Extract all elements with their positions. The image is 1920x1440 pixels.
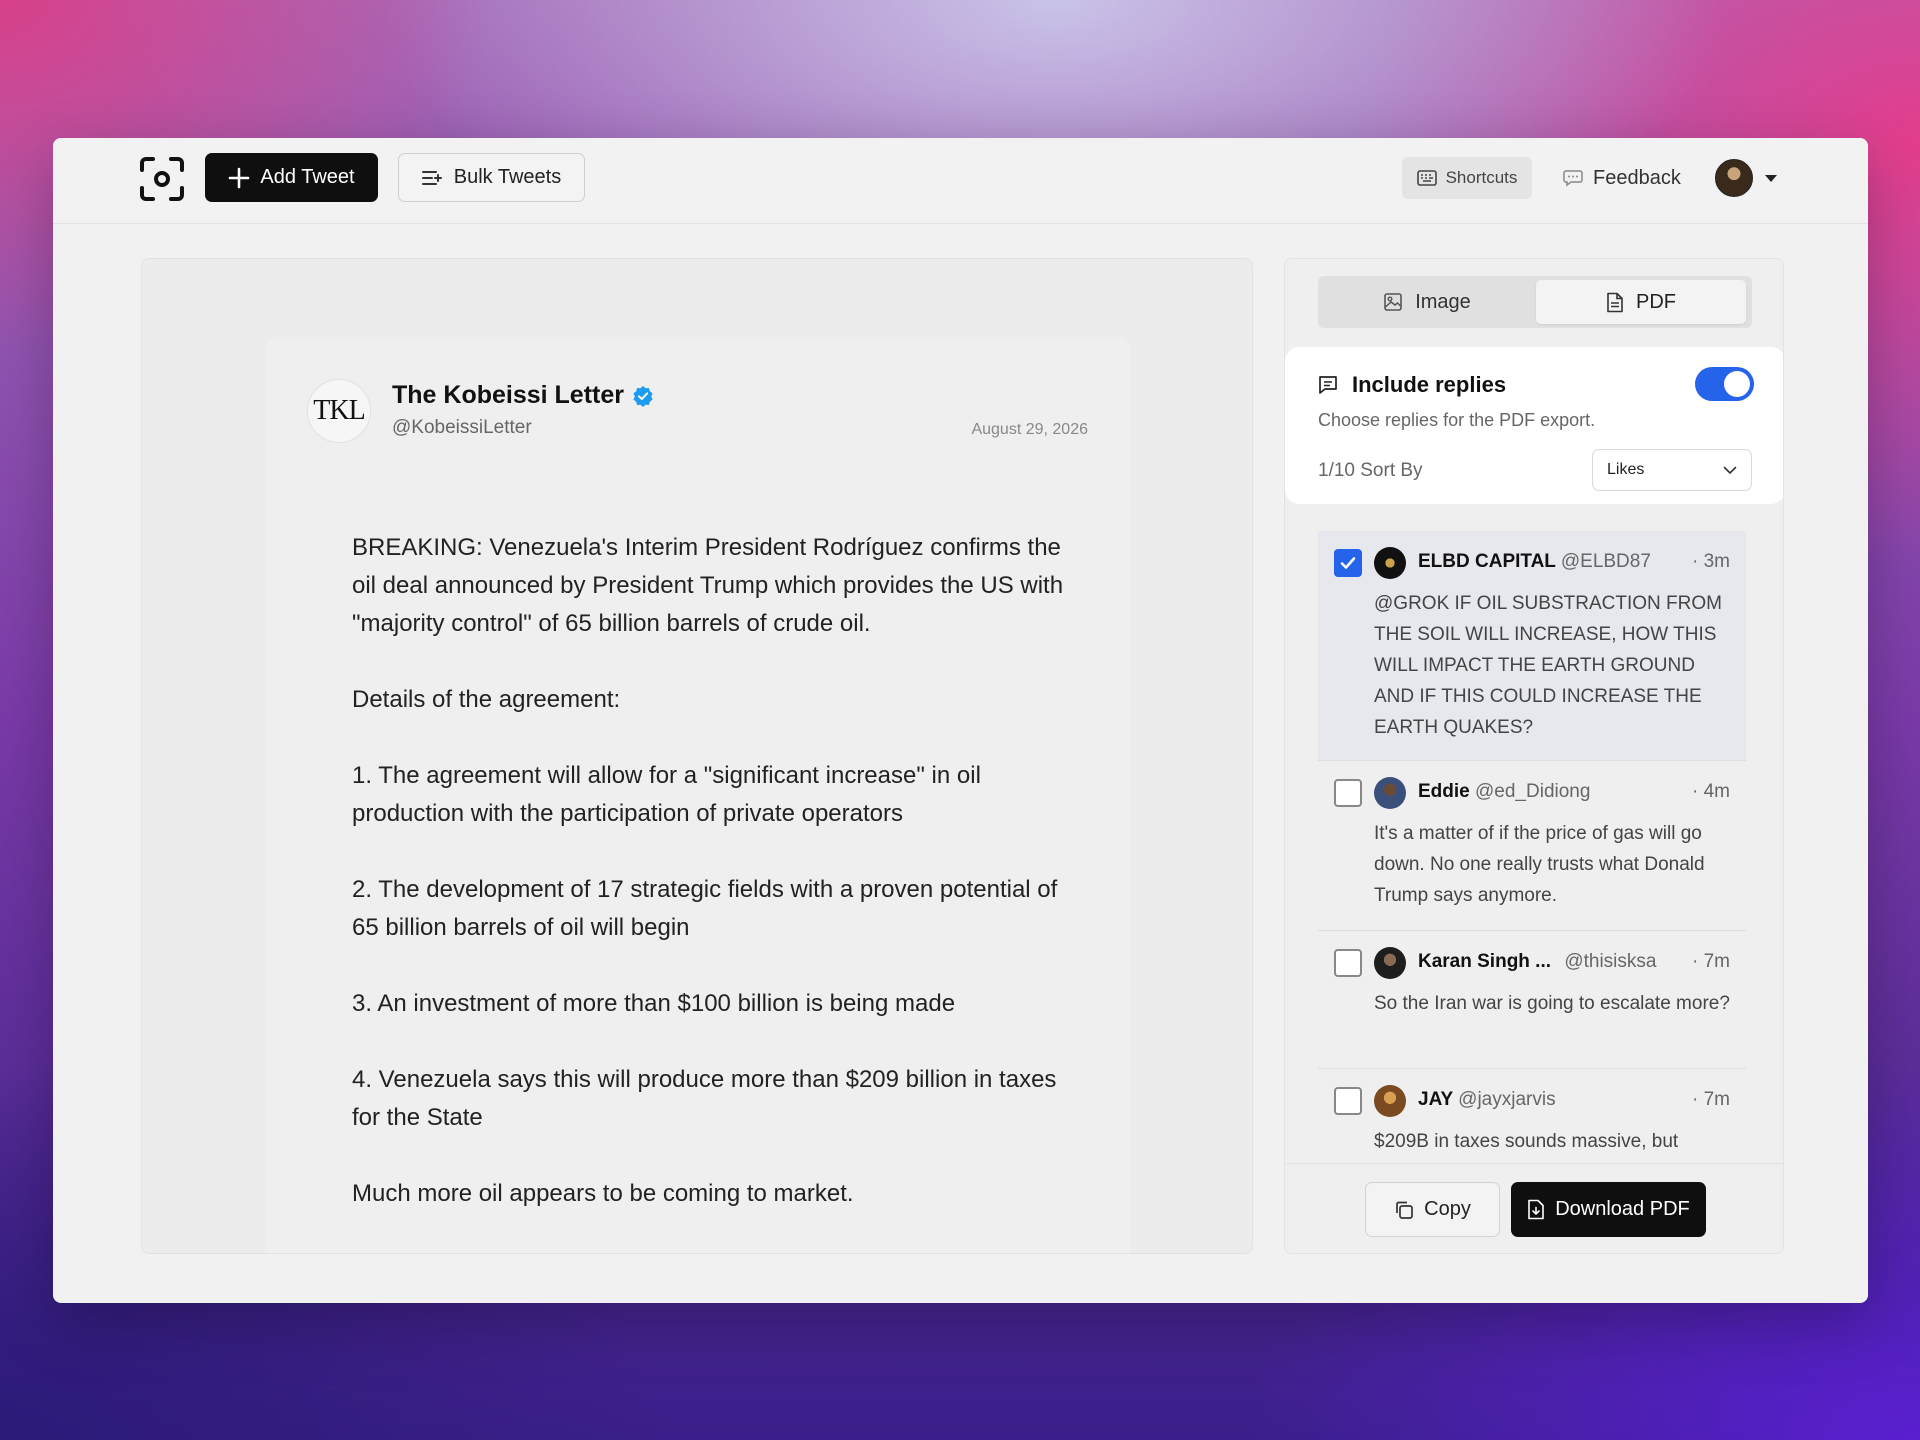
verified-badge-icon: [633, 385, 653, 407]
include-replies-section: Include replies Choose replies for the P…: [1285, 347, 1783, 504]
tab-image[interactable]: Image: [1322, 280, 1532, 324]
feedback-label: Feedback: [1593, 166, 1681, 189]
tab-pdf[interactable]: PDF: [1536, 280, 1746, 324]
author-handle: @KobeissiLetter: [392, 417, 532, 438]
reply-author-name: ELBD CAPITAL: [1418, 551, 1556, 572]
reply-avatar: [1374, 777, 1406, 809]
reply-time: · 3m: [1692, 551, 1730, 572]
reply-checkbox[interactable]: [1334, 1087, 1362, 1115]
reply-time: · 4m: [1692, 781, 1730, 802]
reply-text: So the Iran war is going to escalate mor…: [1374, 993, 1730, 1014]
tweet-body: BREAKING: Venezuela's Interim President …: [352, 529, 1072, 1251]
reply-list[interactable]: ELBD CAPITAL @ELBD87 · 3m @GROK IF OIL S…: [1318, 531, 1746, 1151]
reply-author-handle: @thisisksa: [1564, 951, 1657, 972]
tweet-preview-area: TKL The Kobeissi Letter @KobeissiLetter …: [141, 258, 1253, 1254]
reply-time: · 7m: [1692, 1089, 1730, 1110]
reply-checkbox[interactable]: [1334, 779, 1362, 807]
reply-item[interactable]: Karan Singh ... @thisisksa · 7m So the I…: [1318, 931, 1746, 1069]
screenshot-logo-icon[interactable]: [139, 156, 185, 202]
reply-author: JAY @jayxjarvis: [1418, 1089, 1556, 1111]
include-replies-label: Include replies: [1352, 372, 1507, 397]
reply-author-name: JAY: [1418, 1089, 1453, 1110]
chat-bubble-icon: [1563, 170, 1583, 187]
tab-image-label: Image: [1415, 290, 1471, 313]
author-name: The Kobeissi Letter: [392, 381, 654, 410]
app-window: Add Tweet Bulk Tweets Shortcuts Feedback: [53, 138, 1868, 1303]
include-replies-toggle[interactable]: [1695, 367, 1754, 401]
top-toolbar: Add Tweet Bulk Tweets Shortcuts Feedback: [53, 138, 1868, 224]
copy-button[interactable]: Copy: [1365, 1182, 1500, 1237]
reply-avatar: [1374, 1085, 1406, 1117]
copy-label: Copy: [1424, 1198, 1471, 1220]
list-add-icon: [421, 170, 442, 185]
bulk-tweets-label: Bulk Tweets: [453, 166, 562, 188]
chevron-down-icon: [1723, 466, 1737, 474]
check-icon: [1340, 557, 1356, 569]
tweet-paragraph: 3. An investment of more than $100 billi…: [352, 990, 956, 1017]
add-tweet-label: Add Tweet: [260, 166, 355, 188]
include-replies-description: Choose replies for the PDF export.: [1318, 410, 1596, 430]
reply-avatar: [1374, 547, 1406, 579]
bulk-tweets-button[interactable]: Bulk Tweets: [398, 153, 585, 202]
reply-author-name: Eddie: [1418, 781, 1470, 802]
reply-author-handle: @ELBD87: [1560, 551, 1651, 572]
reply-checkbox[interactable]: [1334, 549, 1362, 577]
image-icon: [1384, 293, 1403, 311]
reply-text: $209B in taxes sounds massive, but: [1374, 1131, 1679, 1151]
tweet-paragraph: BREAKING: Venezuela's Interim President …: [352, 534, 1064, 637]
reply-author: ELBD CAPITAL @ELBD87: [1418, 551, 1651, 573]
message-icon: [1319, 376, 1337, 394]
add-tweet-button[interactable]: Add Tweet: [205, 153, 378, 202]
export-panel: Image PDF Include replies Choose replies…: [1284, 258, 1784, 1254]
tweet-paragraph: 4. Venezuela says this will produce more…: [352, 1066, 1057, 1131]
document-icon: [1607, 292, 1623, 312]
copy-icon: [1396, 1201, 1413, 1219]
reply-text: @GROK IF OIL SUBSTRACTION FROM THE SOIL …: [1374, 593, 1722, 738]
reply-count-sort-label: 1/10 Sort By: [1318, 460, 1423, 481]
tweet-paragraph: Much more oil appears to be coming to ma…: [352, 1180, 854, 1207]
user-avatar[interactable]: [1715, 159, 1753, 197]
reply-author-handle: @jayxjarvis: [1458, 1089, 1556, 1110]
tweet-card: TKL The Kobeissi Letter @KobeissiLetter …: [266, 337, 1130, 1253]
plus-icon: [229, 167, 250, 188]
tweet-date: August 29, 2026: [971, 421, 1088, 438]
download-pdf-button[interactable]: Download PDF: [1511, 1182, 1706, 1237]
reply-author-handle: @ed_Didiong: [1475, 781, 1591, 802]
reply-item[interactable]: JAY @jayxjarvis · 7m $209B in taxes soun…: [1318, 1069, 1746, 1151]
sort-by-select[interactable]: Likes: [1592, 449, 1752, 491]
reply-checkbox[interactable]: [1334, 949, 1362, 977]
shortcuts-label: Shortcuts: [1445, 168, 1518, 187]
tweet-paragraph: Details of the agreement:: [352, 686, 621, 713]
author-avatar: TKL: [307, 379, 371, 443]
file-download-icon: [1528, 1199, 1545, 1220]
reply-author-name: Karan Singh ...: [1418, 951, 1552, 972]
keyboard-icon: [1416, 170, 1437, 186]
reply-item[interactable]: ELBD CAPITAL @ELBD87 · 3m @GROK IF OIL S…: [1318, 531, 1746, 761]
tab-pdf-label: PDF: [1636, 290, 1676, 313]
reply-time: · 7m: [1692, 951, 1730, 972]
shortcuts-button[interactable]: Shortcuts: [1402, 157, 1532, 199]
download-pdf-label: Download PDF: [1555, 1198, 1690, 1220]
reply-avatar: [1374, 947, 1406, 979]
reply-text: It's a matter of if the price of gas wil…: [1374, 823, 1705, 906]
author-avatar-text: TKL: [313, 395, 365, 426]
include-replies-title: Include replies: [1318, 372, 1506, 398]
sort-by-value: Likes: [1607, 461, 1645, 478]
tweet-paragraph: 2. The development of 17 strategic field…: [352, 876, 1058, 941]
reply-author: Karan Singh ... @thisisksa: [1418, 951, 1656, 973]
reply-author: Eddie @ed_Didiong: [1418, 781, 1590, 803]
feedback-button[interactable]: Feedback: [1563, 157, 1693, 199]
reply-item[interactable]: Eddie @ed_Didiong · 4m It's a matter of …: [1318, 761, 1746, 931]
author-name-text: The Kobeissi Letter: [392, 381, 624, 409]
export-footer: Copy Download PDF: [1285, 1163, 1783, 1253]
tweet-paragraph: 1. The agreement will allow for a "signi…: [352, 762, 981, 827]
chevron-down-icon[interactable]: [1765, 175, 1777, 182]
export-format-tabs: Image PDF: [1318, 276, 1752, 328]
